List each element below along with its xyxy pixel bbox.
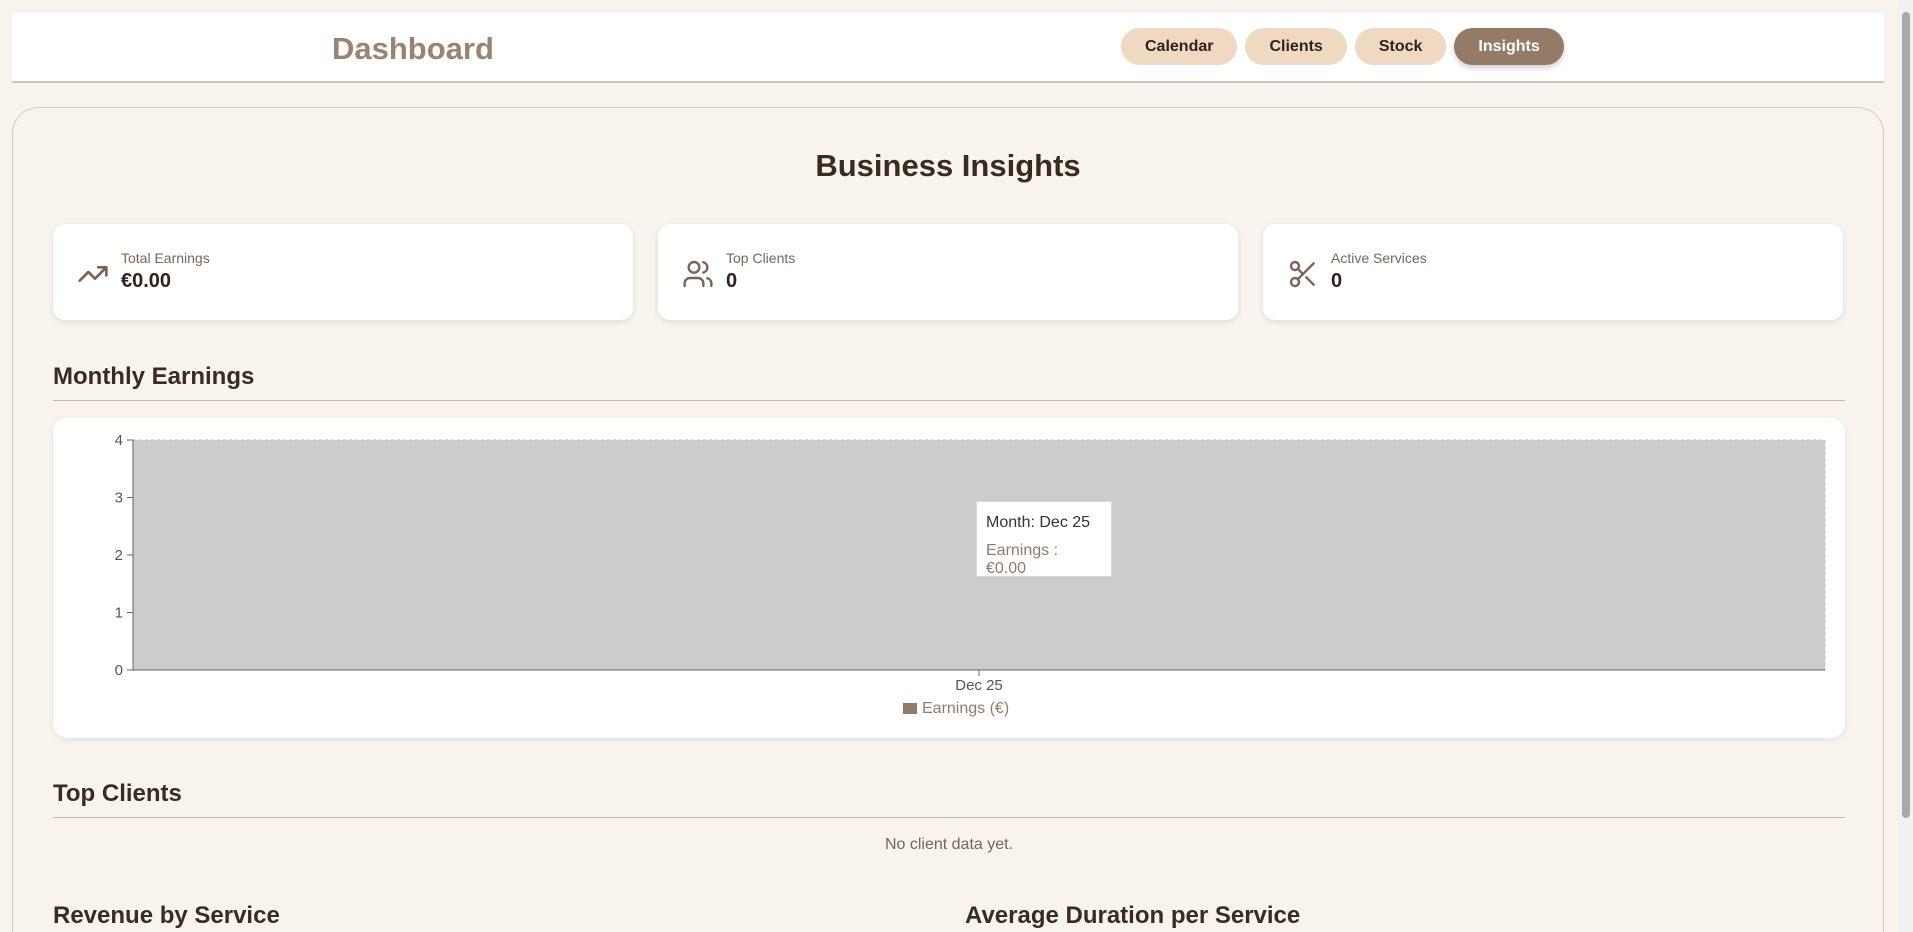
- trending-up-icon: [78, 266, 108, 282]
- nav-stock-button[interactable]: Stock: [1354, 28, 1447, 65]
- stat-card-top-clients: Top Clients 0: [658, 224, 1238, 320]
- nav-menu: Calendar Clients Stock Insights: [1121, 28, 1564, 65]
- chart-tooltip: Month: Dec 25 Earnings : €0.00: [976, 501, 1112, 577]
- y-tick-label: 0: [115, 662, 123, 679]
- section-heading-top-clients: Top Clients: [53, 780, 1845, 818]
- stat-value: 0: [1331, 270, 1343, 292]
- stat-label: Active Services: [1331, 250, 1427, 266]
- earnings-chart-svg[interactable]: 0 1 2 3 4 Dec 25 Earnings (€): [53, 418, 1845, 738]
- users-icon: [683, 260, 713, 288]
- x-tick-label: Dec 25: [955, 677, 1003, 694]
- tooltip-month: Month: Dec 25: [986, 514, 1091, 531]
- nav-calendar-button[interactable]: Calendar: [1121, 28, 1238, 65]
- tooltip-earnings: Earnings : €0.00: [986, 542, 1059, 577]
- page-scrollbar[interactable]: [1898, 0, 1913, 932]
- nav-clients-button[interactable]: Clients: [1245, 28, 1347, 65]
- top-navigation-bar: Dashboard Calendar Clients Stock Insight…: [12, 13, 1884, 83]
- stat-value: 0: [726, 270, 738, 292]
- section-heading-revenue-by-service: Revenue by Service: [53, 902, 280, 929]
- scrollbar-thumb[interactable]: [1902, 12, 1910, 818]
- y-tick-label: 3: [115, 490, 123, 507]
- top-clients-empty-message: No client data yet.: [884, 836, 1014, 853]
- y-tick-label: 2: [115, 547, 123, 564]
- stat-label: Top Clients: [726, 250, 796, 266]
- monthly-earnings-chart: 0 1 2 3 4 Dec 25 Earnings (€): [53, 418, 1845, 738]
- legend-label: Earnings (€): [922, 700, 1009, 717]
- nav-insights-button[interactable]: Insights: [1454, 28, 1564, 65]
- stat-value: €0.00: [121, 270, 172, 292]
- brand-title: Dashboard: [332, 31, 494, 66]
- scissors-icon: [1289, 260, 1315, 288]
- stat-card-active-services: Active Services 0: [1263, 224, 1843, 320]
- stat-card-total-earnings: Total Earnings €0.00: [53, 224, 633, 320]
- legend-swatch: [903, 703, 917, 714]
- page-title: Business Insights: [815, 148, 1081, 183]
- section-heading-average-duration: Average Duration per Service: [965, 902, 1301, 929]
- y-tick-label: 1: [115, 605, 123, 622]
- stat-label: Total Earnings: [121, 250, 210, 266]
- insights-panel: Business Insights Total Earnings €0.00 T…: [12, 107, 1884, 932]
- section-heading-monthly-earnings: Monthly Earnings: [53, 363, 1845, 401]
- y-tick-label: 4: [115, 432, 123, 449]
